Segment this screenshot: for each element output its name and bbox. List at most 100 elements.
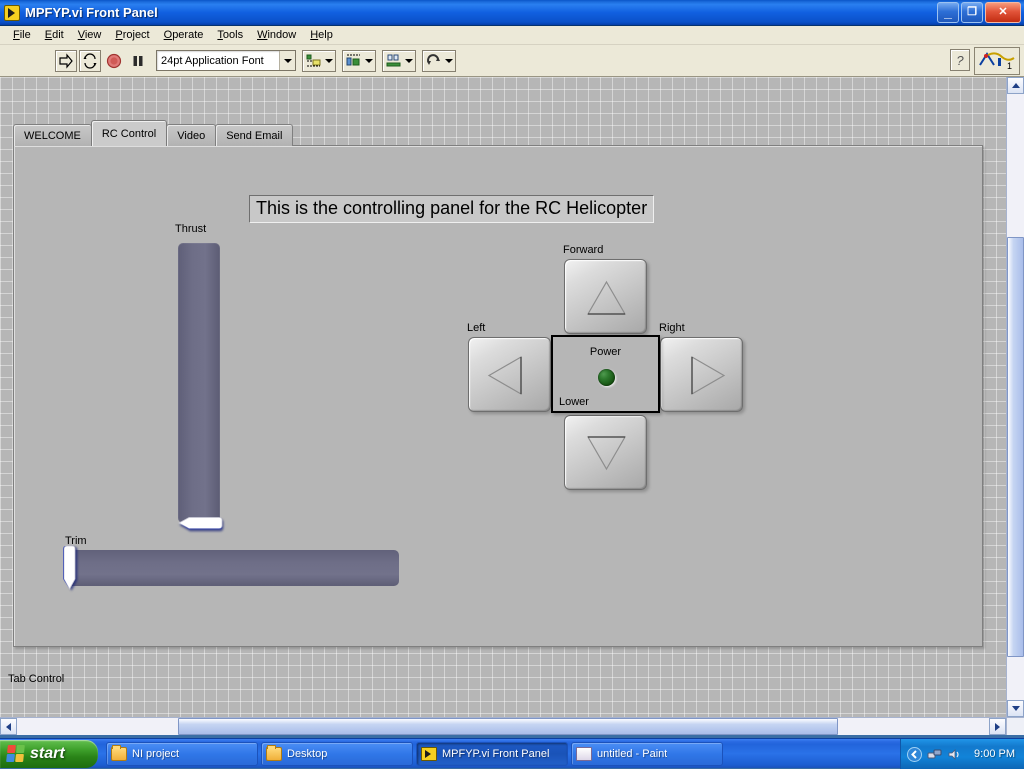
reorder-dropdown-arrow[interactable]	[445, 58, 453, 63]
window-title: MPFYP.vi Front Panel	[25, 5, 158, 20]
system-tray: 9:00 PM	[900, 739, 1024, 769]
menu-item-operate[interactable]: Operate	[157, 27, 211, 43]
run-continuous-loop-icon	[83, 52, 97, 69]
windows-flag-icon	[6, 745, 25, 762]
font-selector-value: 24pt Application Font	[161, 54, 264, 67]
menu-window-label: indow	[267, 29, 297, 41]
menu-file-mnemonic: F	[13, 29, 20, 41]
menu-item-help[interactable]: Help	[303, 27, 340, 43]
scroll-right-button[interactable]	[989, 718, 1006, 735]
font-selector-dropdown-arrow[interactable]	[279, 51, 295, 70]
menu-item-view[interactable]: View	[71, 27, 109, 43]
panel-title-string: This is the controlling panel for the RC…	[249, 195, 655, 223]
taskbar-item-paint[interactable]: untitled - Paint	[571, 741, 723, 766]
vertical-scrollbar-thumb[interactable]	[1007, 237, 1024, 657]
arrow-right-icon	[691, 355, 726, 396]
taskbar-clock[interactable]: 9:00 PM	[974, 748, 1015, 760]
abort-stop-icon	[106, 53, 122, 68]
menu-bar: File Edit View Project Operate Tools Win…	[0, 26, 1024, 45]
horizontal-scrollbar[interactable]	[0, 717, 1006, 735]
show-hidden-icons-icon[interactable]	[907, 746, 922, 762]
menu-project-mnemonic: P	[115, 29, 123, 41]
menu-window-mnemonic: W	[257, 29, 268, 41]
tab-send-email[interactable]: Send Email	[215, 124, 294, 146]
distribute-objects-button[interactable]	[342, 49, 376, 72]
taskbar-item-paint-label: untitled - Paint	[597, 747, 668, 760]
chevron-left-icon	[6, 722, 11, 731]
reorder-icon	[427, 53, 440, 65]
menu-item-file[interactable]: File	[6, 27, 38, 43]
slider-thumb-pointer-icon	[178, 517, 223, 530]
restore-button[interactable]: ❐	[961, 2, 983, 23]
power-led[interactable]	[597, 369, 615, 386]
pause-button[interactable]	[127, 49, 149, 72]
tab-welcome-label: WELCOME	[24, 129, 81, 142]
taskbar-item-desktop[interactable]: Desktop	[261, 741, 413, 766]
reorder-button[interactable]	[422, 49, 456, 72]
tab-rc-control[interactable]: RC Control	[90, 120, 168, 146]
horizontal-scrollbar-thumb[interactable]	[178, 718, 838, 735]
menu-item-project[interactable]: Project	[108, 27, 156, 43]
tab-rc-control-label: RC Control	[101, 127, 157, 140]
menu-file-label: ile	[19, 29, 31, 41]
trim-slider[interactable]	[67, 550, 399, 586]
run-arrow-icon	[59, 52, 73, 69]
resize-objects-button[interactable]	[382, 49, 416, 72]
tab-strip: WELCOME RC Control Video Send Email	[13, 120, 294, 146]
forward-button[interactable]	[564, 259, 647, 334]
labview-vi-icon	[4, 4, 20, 21]
tab-welcome[interactable]: WELCOME	[13, 124, 92, 146]
font-selector[interactable]: 24pt Application Font	[156, 50, 296, 71]
folder-icon	[266, 744, 282, 761]
run-continuously-button[interactable]	[79, 49, 101, 72]
trim-slider-thumb[interactable]	[62, 545, 77, 591]
resize-dropdown-arrow[interactable]	[405, 58, 413, 63]
scroll-left-button[interactable]	[0, 718, 17, 735]
ni-logo-graphic: 1	[976, 49, 1018, 73]
close-button[interactable]: ✕	[985, 2, 1021, 23]
vertical-scrollbar[interactable]	[1006, 77, 1024, 717]
left-button[interactable]	[468, 337, 551, 412]
menu-item-edit[interactable]: Edit	[38, 27, 71, 43]
taskbar-item-mpfyp-front-panel[interactable]: MPFYP.vi Front Panel	[416, 741, 568, 766]
menu-edit-label: dit	[52, 29, 64, 41]
front-panel-workspace[interactable]: WELCOME RC Control Video Send Email This…	[0, 77, 1006, 717]
arrow-up-icon	[586, 280, 627, 315]
menu-tools-label: ools	[222, 29, 244, 41]
thrust-slider-thumb[interactable]	[177, 516, 223, 530]
start-button[interactable]: start	[0, 739, 98, 768]
menu-view-label: iew	[84, 29, 102, 41]
resize-objects-icon	[386, 54, 401, 66]
tab-video[interactable]: Video	[166, 124, 217, 146]
menu-item-window[interactable]: Window	[250, 27, 303, 43]
slider-thumb-pointer-icon	[63, 545, 76, 590]
distribute-dropdown-arrow[interactable]	[365, 58, 373, 63]
taskbar-item-ni-project[interactable]: NI project	[106, 741, 258, 766]
thrust-slider-label: Thrust	[175, 223, 207, 235]
window-title-bar[interactable]: MPFYP.vi Front Panel _ ❐ ✕	[0, 0, 1024, 26]
menu-help-label: elp	[318, 29, 333, 41]
volume-icon[interactable]	[947, 747, 962, 762]
abort-execution-button[interactable]	[103, 49, 125, 72]
chevron-up-icon	[1011, 83, 1020, 88]
thrust-slider[interactable]	[178, 243, 220, 523]
align-objects-button[interactable]	[302, 49, 336, 72]
lower-button[interactable]	[564, 415, 647, 490]
scrollbar-corner	[1006, 717, 1024, 735]
context-help-button[interactable]: ?	[950, 49, 970, 71]
right-button[interactable]	[660, 337, 743, 412]
minimize-button[interactable]: _	[937, 2, 959, 23]
menu-item-tools[interactable]: Tools	[210, 27, 250, 43]
tab-send-email-label: Send Email	[226, 129, 283, 142]
align-dropdown-arrow[interactable]	[325, 58, 333, 63]
folder-icon	[111, 744, 127, 761]
lower-button-label: Lower	[559, 396, 589, 408]
run-button[interactable]	[55, 49, 77, 72]
scroll-down-button[interactable]	[1007, 700, 1024, 717]
taskbar-item-ni-project-label: NI project	[132, 747, 180, 760]
restore-icon: ❐	[967, 6, 977, 18]
network-icon[interactable]	[927, 747, 942, 762]
right-button-label: Right	[659, 322, 685, 334]
scroll-up-button[interactable]	[1007, 77, 1024, 94]
windows-taskbar: start NI project Desktop MPFYP.vi Front …	[0, 738, 1024, 769]
